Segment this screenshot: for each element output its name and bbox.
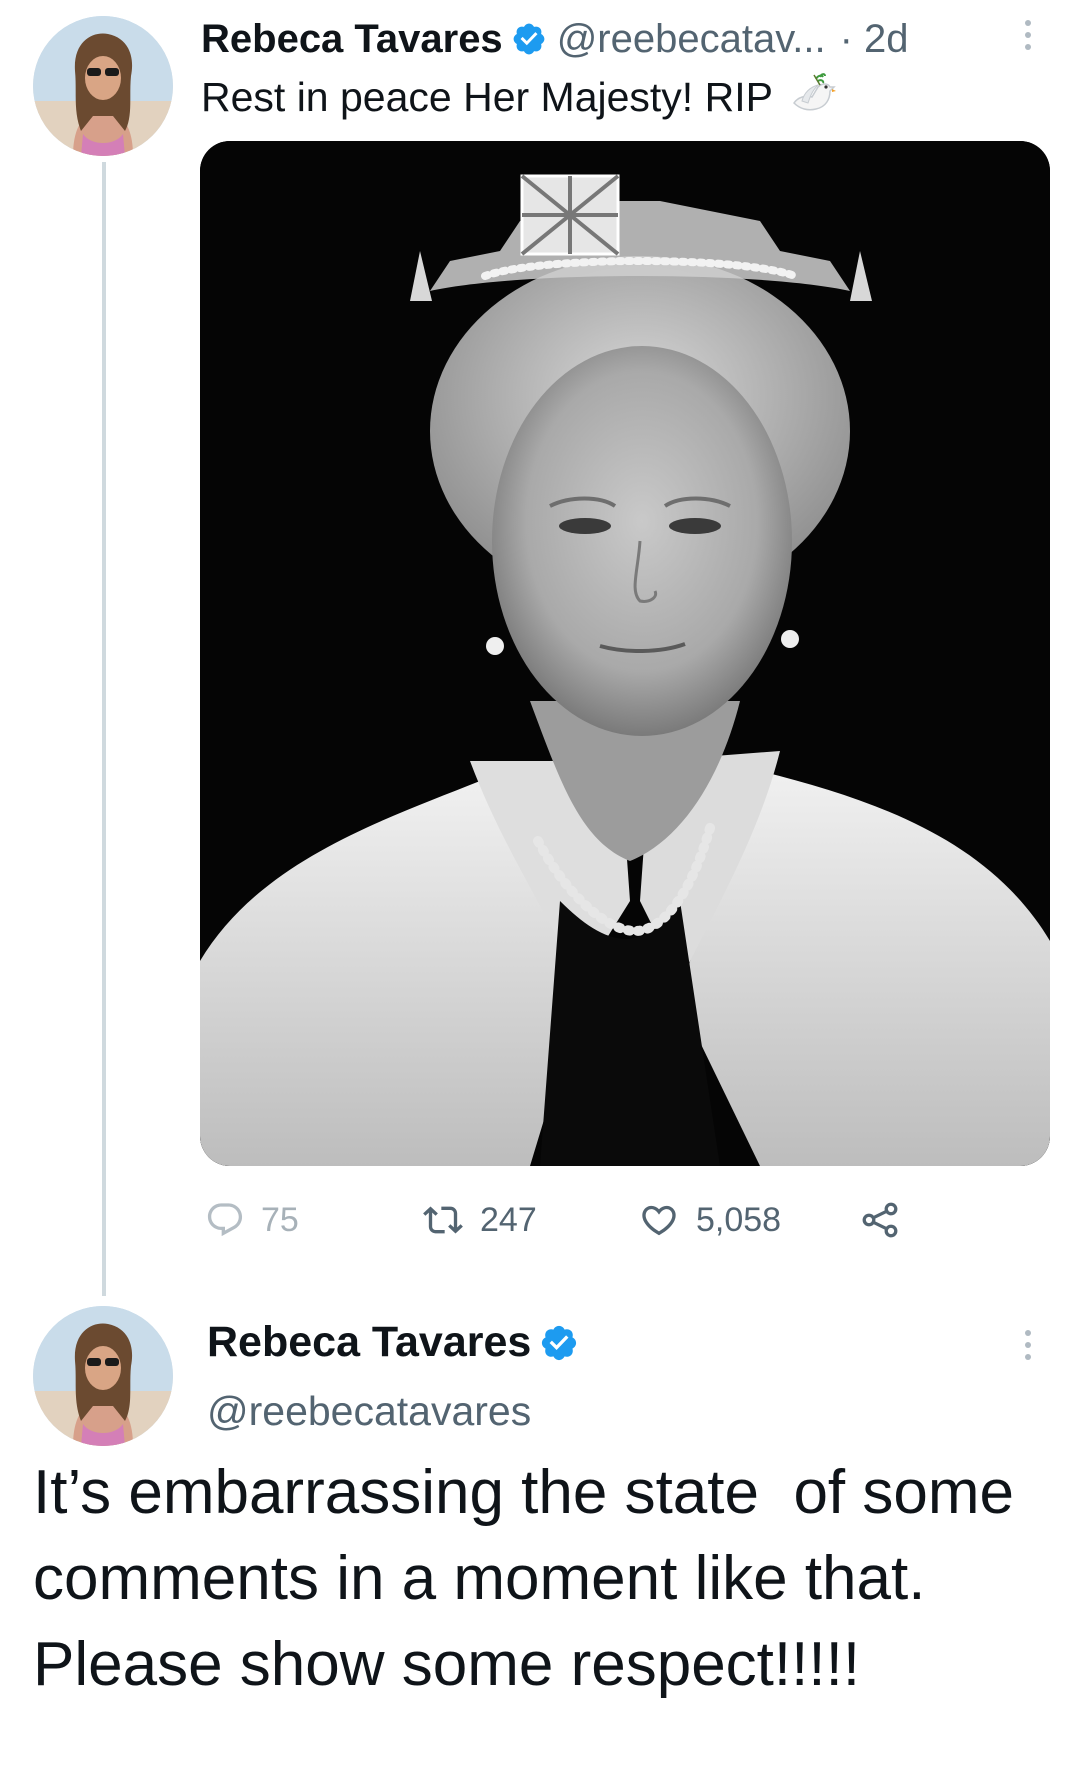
dove-emoji-icon [788,73,836,119]
like-icon [642,1205,676,1236]
like-count: 5,058 [696,1200,782,1239]
avatar-photo [33,1306,173,1446]
reply-button[interactable]: 75 [205,1200,299,1240]
avatar-photo [33,16,173,156]
reply-count: 75 [261,1200,299,1239]
timestamp[interactable]: · 2d [840,17,909,62]
tweet-actions: 75 247 5,058 [0,1196,1076,1244]
retweet-icon [423,1206,463,1234]
more-icon[interactable] [1022,20,1034,50]
more-icon[interactable] [1022,1330,1034,1360]
tweet-header: Rebeca Tavares [207,1318,589,1367]
retweet-button[interactable]: 247 [422,1200,537,1240]
share-button[interactable] [858,1198,902,1242]
handle[interactable]: @reebecatavares [207,1388,531,1435]
portrait-image [200,141,1050,1166]
retweet-count: 247 [480,1200,537,1239]
tweet-photo[interactable] [200,141,1050,1166]
thread-line [102,162,106,1296]
tweet-text: It’s embarrassing the state of some comm… [33,1458,1032,1699]
avatar[interactable] [33,16,173,156]
tweet-text: Rest in peace Her Majesty! RIP [201,72,836,122]
avatar[interactable] [33,1306,173,1446]
display-name[interactable]: Rebeca Tavares [201,17,503,62]
verified-badge-icon [511,21,547,57]
tweet-header: Rebeca Tavares @reebecatav... · 2d [201,14,909,64]
like-button[interactable]: 5,058 [638,1200,781,1240]
handle[interactable]: @reebecatav... [557,17,826,62]
reply-icon [207,1203,243,1237]
display-name[interactable]: Rebeca Tavares [207,1318,531,1367]
tweet-text-body: Rest in peace Her Majesty! RIP [201,74,773,120]
verified-badge-icon [539,1323,579,1363]
share-icon [862,1202,898,1238]
